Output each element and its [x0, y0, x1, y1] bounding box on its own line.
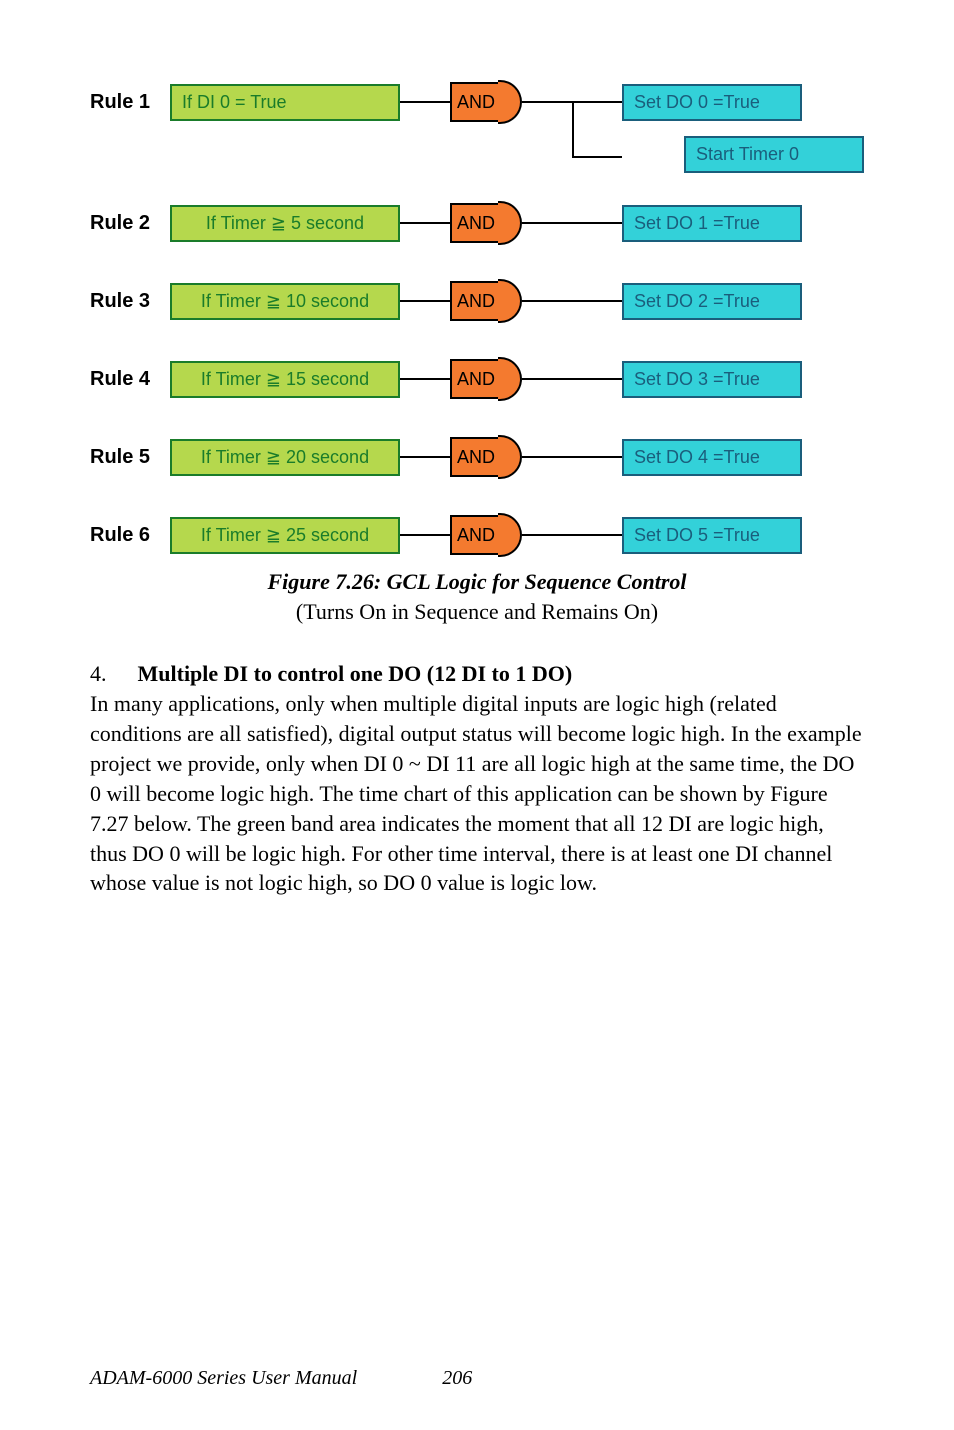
wire	[400, 101, 450, 103]
output-box: Set DO 2 =True	[622, 283, 802, 320]
wire	[400, 378, 450, 380]
gate-label: AND	[450, 82, 500, 122]
gate-label: AND	[450, 281, 500, 321]
and-gate: AND	[450, 357, 522, 401]
and-gate: AND	[450, 279, 522, 323]
rule-row: Rule 2 If Timer ≧ 5 second AND Set DO 1 …	[90, 201, 864, 245]
rule-row: Rule 4 If Timer ≧ 15 second AND Set DO 3…	[90, 357, 864, 401]
and-gate: AND	[450, 435, 522, 479]
wire	[400, 534, 450, 536]
condition-box: If Timer ≧ 20 second	[170, 439, 400, 476]
section-heading: 4. Multiple DI to control one DO (12 DI …	[90, 661, 864, 687]
output-box: Start Timer 0	[684, 136, 864, 173]
and-gate: AND	[450, 513, 522, 557]
wire	[522, 378, 622, 380]
page-number: 206	[442, 1367, 472, 1389]
rule-row: Rule 6 If Timer ≧ 25 second AND Set DO 5…	[90, 513, 864, 557]
figure-caption: Figure 7.26: GCL Logic for Sequence Cont…	[90, 569, 864, 595]
section-body: In many applications, only when multiple…	[90, 689, 864, 898]
rule-row: Rule 1 If DI 0 = True AND Set DO 0 =True	[90, 80, 864, 124]
wire	[522, 300, 622, 302]
condition-box: If Timer ≧ 5 second	[170, 205, 400, 242]
gate-curve	[498, 279, 522, 323]
wire	[400, 222, 450, 224]
extra-output-row: Start Timer 0	[170, 136, 864, 173]
wire	[400, 456, 450, 458]
wire	[522, 534, 622, 536]
gate-label: AND	[450, 203, 500, 243]
section-number: 4.	[90, 661, 132, 687]
wire	[522, 456, 622, 458]
rule-row: Rule 5 If Timer ≧ 20 second AND Set DO 4…	[90, 435, 864, 479]
wire	[522, 101, 572, 103]
rule-label: Rule 5	[90, 446, 170, 469]
manual-title: ADAM-6000 Series User Manual	[90, 1367, 357, 1389]
gate-curve	[498, 201, 522, 245]
condition-box: If Timer ≧ 10 second	[170, 283, 400, 320]
condition-box: If Timer ≧ 25 second	[170, 517, 400, 554]
output-box: Set DO 3 =True	[622, 361, 802, 398]
gate-curve	[498, 435, 522, 479]
gcl-logic-diagram: Rule 1 If DI 0 = True AND Set DO 0 =True…	[90, 80, 864, 557]
figure-subcaption: (Turns On in Sequence and Remains On)	[90, 599, 864, 625]
gate-label: AND	[450, 515, 500, 555]
condition-box: If DI 0 = True	[170, 84, 400, 121]
branch	[572, 101, 622, 103]
rule-row: Rule 3 If Timer ≧ 10 second AND Set DO 2…	[90, 279, 864, 323]
gate-curve	[498, 80, 522, 124]
section-title: Multiple DI to control one DO (12 DI to …	[138, 661, 573, 686]
gate-curve	[498, 357, 522, 401]
wire	[522, 222, 622, 224]
rule-label: Rule 4	[90, 368, 170, 391]
gate-label: AND	[450, 359, 500, 399]
rule-label: Rule 6	[90, 524, 170, 547]
rule-label: Rule 1	[90, 91, 170, 114]
condition-box: If Timer ≧ 15 second	[170, 361, 400, 398]
rule-label: Rule 3	[90, 290, 170, 313]
output-box: Set DO 5 =True	[622, 517, 802, 554]
and-gate: AND	[450, 80, 522, 124]
gate-label: AND	[450, 437, 500, 477]
output-box: Set DO 4 =True	[622, 439, 802, 476]
rule-label: Rule 2	[90, 212, 170, 235]
wire	[400, 300, 450, 302]
page-footer: ADAM-6000 Series User Manual 206	[90, 1367, 472, 1390]
output-box: Set DO 1 =True	[622, 205, 802, 242]
output-box: Set DO 0 =True	[622, 84, 802, 121]
gate-curve	[498, 513, 522, 557]
and-gate: AND	[450, 201, 522, 245]
